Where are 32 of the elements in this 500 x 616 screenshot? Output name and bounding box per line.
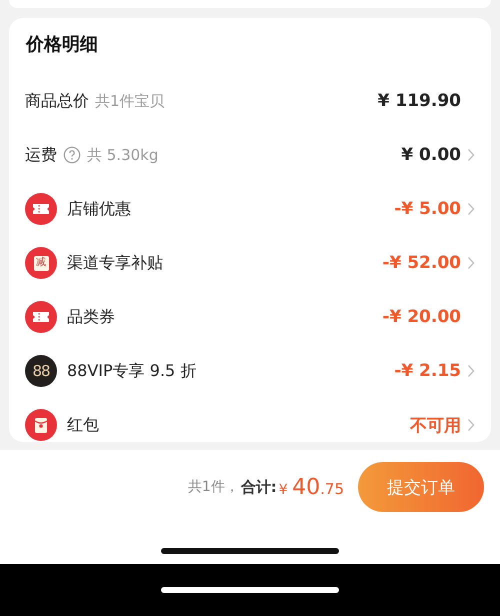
chevron-icon[interactable] [467,202,475,216]
row-label: 店铺优惠 [67,198,131,220]
chevron-icon[interactable] [467,256,475,270]
vip-icon: 88 [25,355,57,387]
coupon-icon [25,193,57,225]
row-note: 共1件宝贝 [95,92,165,110]
row-label: 商品总价 [25,90,89,112]
row-label: 88VIP专享 9.5 折 [67,360,196,382]
row-value: -¥ 2.15 [394,361,461,381]
row-note: 共 5.30kg [87,146,158,164]
coupon-icon [25,301,57,333]
row-value: ¥ 119.90 [378,91,461,111]
row-label: 品类券 [67,306,115,328]
section-title: 价格明细 [25,33,99,57]
item-count: 共1件， [188,478,239,496]
submit-order-button[interactable]: 提交订单 [358,462,484,512]
chevron-icon[interactable] [467,148,475,162]
total-amount: ¥ 40.75 [278,474,344,500]
envelope-icon [25,409,57,441]
row-value: -¥ 5.00 [394,199,461,219]
help-icon[interactable] [63,146,81,164]
row-value: 不可用 [410,414,461,436]
chevron-icon[interactable] [467,364,475,378]
row-value: -¥ 52.00 [382,253,461,273]
row-label: 运费 [25,144,57,166]
row-label: 红包 [67,414,99,436]
chevron-icon[interactable] [467,418,475,432]
row-label: 渠道专享补贴 [67,252,163,274]
row-value: -¥ 20.00 [382,307,461,327]
row-value: ¥ 0.00 [401,145,461,165]
subsidy-icon: 减 [25,247,57,279]
total-label: 合计: [240,478,277,496]
